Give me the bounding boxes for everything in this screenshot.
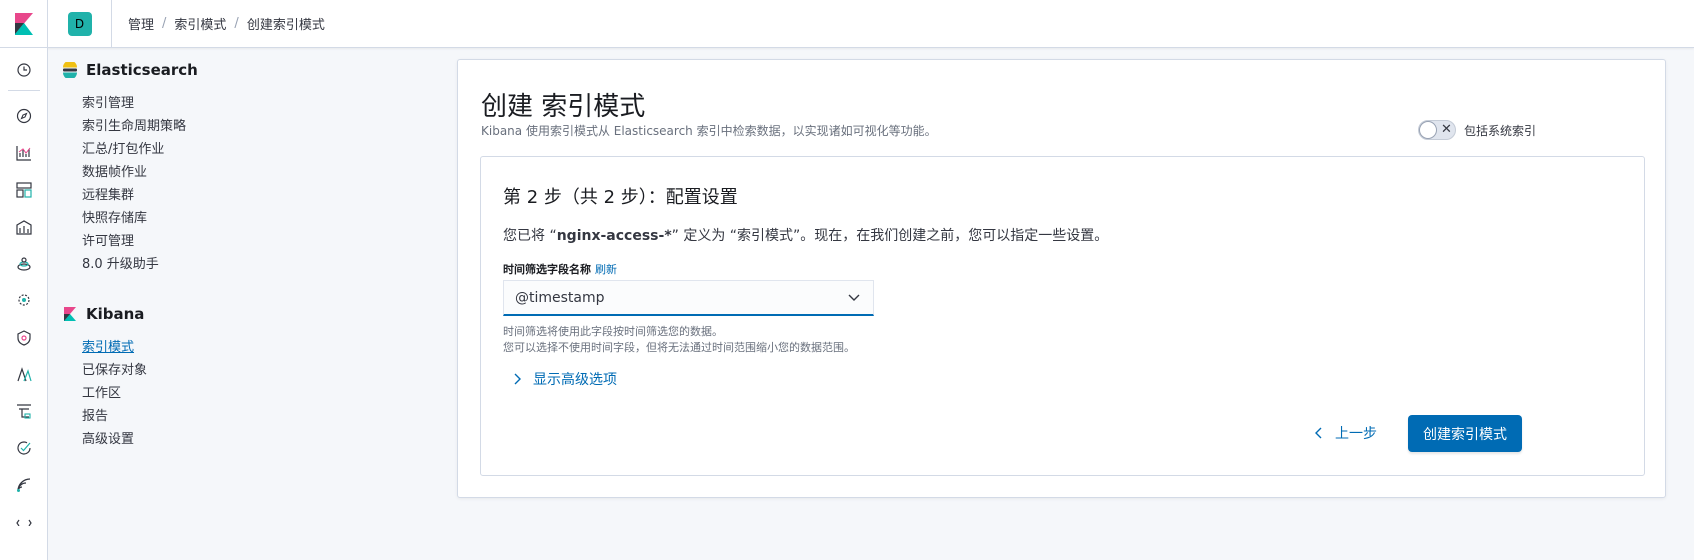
step-description: 您已将 “nginx-access-*” 定义为 “索引模式”。现在，在我们创建… (503, 225, 1108, 245)
system-indices-switch[interactable]: ✕ (1418, 120, 1456, 140)
dashboard-icon[interactable] (15, 181, 33, 199)
toggle-label: 包括系统索引 (1464, 123, 1537, 138)
space-avatar: D (67, 11, 92, 36)
chevron-down-icon (848, 294, 860, 301)
time-field-help-1: 时间筛选将使用此字段按时间筛选您的数据。 (503, 325, 723, 338)
page-title: 创建 索引模式 (481, 92, 646, 122)
kibana-logo-button[interactable] (0, 0, 48, 48)
sidenav-item-reporting[interactable]: 报告 (82, 405, 108, 424)
back-label: 上一步 (1335, 426, 1377, 442)
create-index-pattern-panel: 创建 索引模式 Kibana 使用索引模式从 Elasticsearch 索引中… (457, 59, 1666, 498)
space-selector[interactable]: D (48, 0, 112, 48)
breadcrumb-separator: / (162, 16, 167, 31)
desc-prefix: 您已将 “ (503, 228, 557, 244)
kibana-section-title: Kibana (62, 305, 144, 323)
refresh-link[interactable]: 刷新 (595, 263, 617, 276)
time-field-label: 时间筛选字段名称 刷新 (503, 261, 617, 277)
sidenav-item-remote-clusters[interactable]: 远程集群 (82, 184, 134, 203)
step-title: 第 2 步（共 2 步）：配置设置 (503, 187, 738, 208)
chevron-left-icon (1315, 427, 1322, 439)
show-advanced-options-button[interactable]: 显示高级选项 (511, 369, 617, 389)
elasticsearch-title: Elasticsearch (86, 61, 198, 79)
breadcrumb-index-patterns[interactable]: 索引模式 (174, 14, 226, 33)
sidenav-item-saved-objects[interactable]: 已保存对象 (82, 359, 147, 378)
sidenav-item-snapshot-repositories[interactable]: 快照存储库 (82, 207, 147, 226)
time-field-label-text: 时间筛选字段名称 (503, 263, 591, 276)
sidenav-item-spaces[interactable]: 工作区 (82, 382, 121, 401)
sidenav-item-index-patterns[interactable]: 索引模式 (82, 336, 134, 355)
visualize-icon[interactable] (15, 144, 33, 162)
top-header: D 管理 / 索引模式 / 创建索引模式 (0, 0, 1694, 48)
stack-monitoring-icon[interactable] (15, 476, 33, 494)
app-nav-rail (0, 48, 48, 560)
desc-suffix: ” 定义为 “索引模式”。现在，在我们创建之前，您可以指定一些设置。 (671, 228, 1109, 244)
rail-divider (8, 90, 40, 91)
maps-icon[interactable] (15, 255, 33, 273)
logs-icon[interactable] (15, 402, 33, 420)
breadcrumb-separator: / (234, 16, 239, 31)
sidenav-item-license-management[interactable]: 许可管理 (82, 230, 134, 249)
elasticsearch-section-title: Elasticsearch (62, 61, 198, 79)
apm-icon[interactable] (15, 366, 33, 384)
sidenav-item-advanced-settings[interactable]: 高级设置 (82, 428, 134, 447)
include-system-indices-toggle[interactable]: ✕ 包括系统索引 (1418, 120, 1536, 140)
breadcrumb-management[interactable]: 管理 (128, 14, 154, 33)
advanced-options-label: 显示高级选项 (533, 372, 617, 388)
close-icon: ✕ (1441, 122, 1452, 137)
sidenav-item-index-management[interactable]: 索引管理 (82, 92, 134, 111)
sidenav-item-data-frame-jobs[interactable]: 数据帧作业 (82, 161, 147, 180)
uptime-icon[interactable] (15, 439, 33, 457)
time-field-select[interactable]: @timestamp (503, 280, 874, 316)
time-field-value: @timestamp (515, 289, 605, 306)
kibana-logo-icon (64, 307, 76, 321)
kibana-logo-icon (14, 12, 33, 35)
switch-knob (1419, 121, 1437, 139)
discover-icon[interactable] (15, 107, 33, 125)
breadcrumb-create-index-pattern: 创建索引模式 (246, 18, 325, 33)
sidenav-item-ilm-policies[interactable]: 索引生命周期策略 (82, 115, 186, 134)
index-pattern-name: nginx-access-* (556, 228, 672, 244)
management-sidenav: Elasticsearch 索引管理 索引生命周期策略 汇总/打包作业 数据帧作… (48, 48, 448, 560)
elasticsearch-logo-icon (63, 62, 77, 78)
canvas-icon[interactable] (15, 218, 33, 236)
kibana-title: Kibana (86, 305, 145, 323)
siem-icon[interactable] (15, 329, 33, 347)
breadcrumb: 管理 / 索引模式 / 创建索引模式 (112, 14, 325, 33)
page-description: Kibana 使用索引模式从 Elasticsearch 索引中检索数据，以实现… (481, 124, 937, 138)
sidenav-item-upgrade-assistant[interactable]: 8.0 升级助手 (82, 253, 159, 272)
ml-icon[interactable] (15, 291, 33, 309)
sidenav-item-rollup-jobs[interactable]: 汇总/打包作业 (82, 138, 164, 157)
create-index-pattern-button[interactable]: 创建索引模式 (1408, 415, 1522, 452)
clock-icon[interactable] (15, 61, 33, 79)
step-panel: 第 2 步（共 2 步）：配置设置 您已将 “nginx-access-*” 定… (480, 156, 1645, 476)
dev-tools-icon[interactable] (15, 513, 33, 531)
time-field-help-2: 您可以选择不使用时间字段，但将无法通过时间范围缩小您的数据范围。 (503, 341, 855, 354)
back-button[interactable]: 上一步 (1313, 423, 1377, 443)
chevron-right-icon (514, 373, 521, 385)
